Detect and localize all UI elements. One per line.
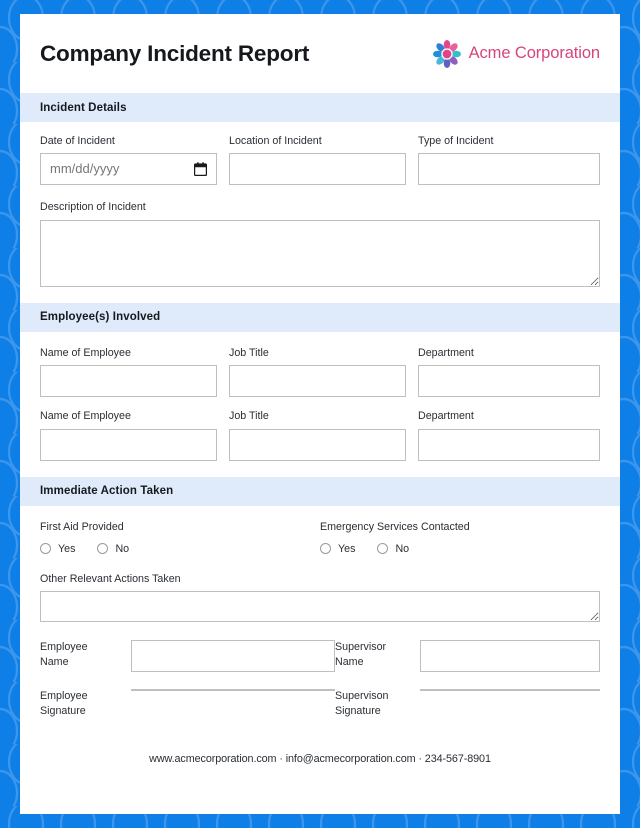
- section-body-incident-details: Date of Incident mm/dd/yyyy Location of …: [20, 122, 620, 287]
- calendar-icon[interactable]: [194, 162, 207, 177]
- question-first-aid-provided: First Aid Provided Yes No: [40, 521, 320, 555]
- department-input-1[interactable]: [418, 365, 600, 398]
- location-of-incident-input[interactable]: [229, 153, 406, 186]
- field-label: Type of Incident: [418, 135, 494, 147]
- document-page: Company Incident Report Acme Corporation: [20, 14, 620, 814]
- type-of-incident-input[interactable]: [418, 153, 600, 186]
- incident-top-row: Date of Incident mm/dd/yyyy Location of …: [40, 135, 600, 186]
- radio-circle-icon[interactable]: [97, 543, 109, 555]
- field-label: Other Relevant Actions Taken: [40, 572, 181, 585]
- field-label: Supervison Signature: [335, 690, 389, 717]
- employee-signature-input[interactable]: [131, 689, 335, 692]
- radio-first-aid-no[interactable]: No: [97, 543, 129, 555]
- field-supervisor-signature: Supervison Signature: [335, 689, 600, 718]
- employee-row: Name of Employee Job Title Department: [40, 346, 600, 398]
- field-date-of-incident: Date of Incident mm/dd/yyyy: [40, 135, 217, 186]
- radio-label: No: [115, 542, 130, 555]
- field-type-of-incident: Type of Incident: [418, 135, 600, 186]
- field-other-relevant-actions: Other Relevant Actions Taken: [40, 572, 600, 623]
- field-label: Department: [418, 410, 474, 423]
- employee-name-signoff-input[interactable]: [131, 640, 335, 673]
- supervisor-name-signoff-input[interactable]: [420, 640, 600, 673]
- radio-options: Yes No: [320, 543, 600, 555]
- radio-questions-row: First Aid Provided Yes No Emergency Serv…: [40, 521, 600, 555]
- field-location-of-incident: Location of Incident: [229, 135, 406, 186]
- employee-name-input-2[interactable]: [40, 428, 217, 461]
- radio-options: Yes No: [40, 543, 320, 555]
- radio-label: No: [395, 542, 410, 555]
- field-employee-name-1: Name of Employee: [40, 346, 217, 398]
- field-job-title-2: Job Title: [229, 410, 406, 461]
- flower-logo-icon: [432, 39, 461, 68]
- department-input-2[interactable]: [418, 428, 600, 461]
- radio-circle-icon[interactable]: [320, 543, 331, 555]
- question-label: Emergency Services Contacted: [320, 520, 470, 533]
- field-department-2: Department: [418, 410, 600, 461]
- signoff-signature-row: Employee Signature Supervison Signature: [40, 689, 600, 718]
- section-body-immediate-action-taken: First Aid Provided Yes No Emergency Serv…: [20, 506, 620, 719]
- radio-label: Yes: [58, 542, 76, 555]
- brand-name: Acme Corporation: [468, 44, 600, 62]
- employee-name-input-1[interactable]: [40, 365, 217, 398]
- signoff-name-row: Employee Name Supervisor Name: [40, 640, 600, 673]
- supervisor-signature-input[interactable]: [420, 689, 600, 692]
- page-title: Company Incident Report: [40, 40, 310, 66]
- field-employee-name-signoff: Employee Name: [40, 640, 335, 673]
- field-label: Description of Incident: [40, 201, 146, 214]
- section-title: Immediate Action Taken: [40, 485, 174, 497]
- job-title-input-1[interactable]: [229, 365, 406, 398]
- field-label: Department: [418, 346, 474, 359]
- description-of-incident-textarea[interactable]: [40, 219, 600, 287]
- employee-row: Name of Employee Job Title Department: [40, 410, 600, 461]
- job-title-input-2[interactable]: [229, 428, 406, 461]
- field-employee-signature: Employee Signature: [40, 689, 335, 718]
- field-label: Employee Signature: [40, 690, 88, 717]
- field-supervisor-name-signoff: Supervisor Name: [335, 640, 600, 673]
- radio-emergency-yes[interactable]: Yes: [320, 543, 355, 555]
- field-job-title-1: Job Title: [229, 346, 406, 398]
- date-of-incident-input[interactable]: [40, 153, 217, 186]
- field-department-1: Department: [418, 346, 600, 398]
- section-header-employees-involved: Employee(s) Involved: [20, 302, 620, 332]
- field-description-of-incident: Description of Incident: [40, 201, 600, 287]
- radio-first-aid-yes[interactable]: Yes: [40, 543, 75, 555]
- question-emergency-services-contacted: Emergency Services Contacted Yes No: [320, 521, 600, 555]
- field-label: Job Title: [229, 346, 269, 359]
- field-label: Name of Employee: [40, 346, 131, 359]
- radio-circle-icon[interactable]: [377, 543, 389, 555]
- brand-lockup: Acme Corporation: [432, 39, 600, 68]
- field-label: Date of Incident: [40, 135, 115, 147]
- field-label: Supervisor Name: [335, 641, 387, 668]
- field-label: Employee Name: [40, 641, 88, 668]
- other-relevant-actions-textarea[interactable]: [40, 591, 600, 623]
- field-employee-name-2: Name of Employee: [40, 410, 217, 461]
- radio-circle-icon[interactable]: [40, 543, 51, 555]
- section-header-immediate-action-taken: Immediate Action Taken: [20, 476, 620, 506]
- field-label: Location of Incident: [229, 135, 322, 147]
- radio-emergency-no[interactable]: No: [377, 543, 409, 555]
- date-input-wrapper[interactable]: mm/dd/yyyy: [40, 153, 217, 186]
- section-header-incident-details: Incident Details: [20, 93, 620, 122]
- radio-label: Yes: [338, 542, 356, 555]
- document-footer: www.acmecorporation.com · info@acmecorpo…: [149, 753, 491, 766]
- section-body-employees-involved: Name of Employee Job Title Department Na…: [20, 332, 620, 461]
- question-label: First Aid Provided: [40, 520, 124, 533]
- section-title: Employee(s) Involved: [40, 311, 161, 324]
- document-header: Company Incident Report Acme Corporation: [20, 14, 620, 93]
- field-label: Job Title: [229, 410, 269, 423]
- field-label: Name of Employee: [40, 410, 131, 423]
- section-title: Incident Details: [40, 101, 127, 114]
